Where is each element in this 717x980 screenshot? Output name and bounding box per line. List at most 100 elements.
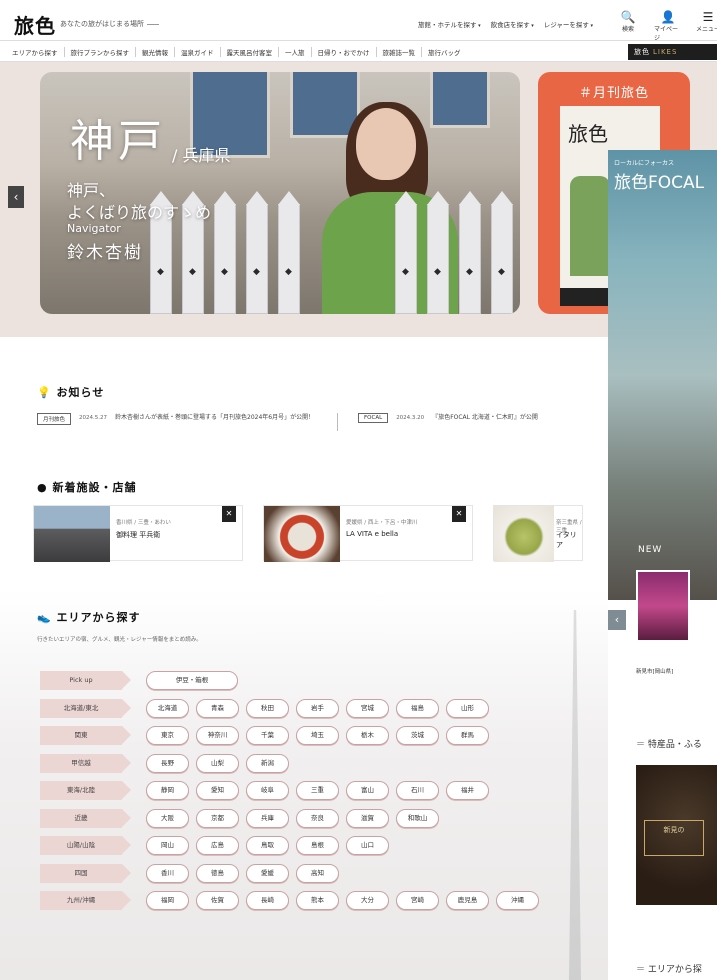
nav-items: エリアから探す 旅行プランから探す 観光情報 温泉ガイド 露天風呂付客室 一人旅…	[6, 47, 467, 57]
prefecture-button[interactable]: 沖縄	[496, 891, 539, 911]
news-tag[interactable]: FOCAL	[358, 413, 389, 423]
news-date: 2024.3.20	[396, 415, 425, 421]
prefecture-button[interactable]: 三重	[296, 781, 339, 801]
facility-card[interactable]: 奈三重県 / 三重 イタリア	[493, 505, 583, 562]
prefecture-button[interactable]: 福岡	[146, 891, 189, 911]
prefecture-button[interactable]: 京都	[196, 808, 239, 828]
prefecture-button[interactable]: 奈良	[296, 808, 339, 828]
prefecture-button[interactable]: 大分	[346, 891, 389, 911]
prefecture-button[interactable]: 北海道	[146, 698, 189, 718]
prefecture-button[interactable]: 山口	[346, 836, 389, 856]
prefecture-button[interactable]: 伊豆・箱根	[146, 671, 238, 691]
nav-item-travel-bag[interactable]: 旅行バッグ	[422, 47, 467, 57]
prefecture-button[interactable]: 和歌山	[396, 808, 439, 828]
prefecture-button[interactable]: 山形	[446, 698, 489, 718]
region-label: 山陽/山陰	[40, 836, 131, 856]
link-find-restaurant[interactable]: 飲食店を探す	[491, 19, 534, 29]
focal-prev-arrow-icon[interactable]: ‹	[608, 610, 626, 630]
prefecture-button[interactable]: 岩手	[296, 698, 339, 718]
facility-image	[494, 506, 554, 562]
hero-prev-arrow-icon[interactable]: ‹	[8, 186, 24, 208]
prefecture-button[interactable]: 滋賀	[346, 808, 389, 828]
likes-banner[interactable]: 旅色 LIKES	[628, 44, 717, 60]
prefecture-button[interactable]: 長野	[146, 753, 189, 773]
nav-item-area[interactable]: エリアから探す	[6, 47, 65, 57]
prefecture-button[interactable]: 香川	[146, 863, 189, 883]
search-icon: 🔍	[620, 10, 636, 24]
link-find-leisure[interactable]: レジャーを探す	[544, 19, 593, 29]
prefecture-button[interactable]: 静岡	[146, 781, 189, 801]
news-link[interactable]: 『旅色FOCAL 北海道・仁木町』が公開	[432, 413, 592, 422]
prefecture-button[interactable]: 佐賀	[196, 891, 239, 911]
nav-item-onsen[interactable]: 温泉ガイド	[175, 47, 221, 57]
prefecture-button[interactable]: 大阪	[146, 808, 189, 828]
prefecture-button[interactable]: 福島	[396, 698, 439, 718]
nav-item-open-bath-room[interactable]: 露天風呂付客室	[221, 47, 279, 57]
prefecture-button[interactable]: 鹿児島	[446, 891, 489, 911]
specialty-product-image[interactable]: 新見の	[636, 765, 717, 905]
prefecture-button[interactable]: 岐阜	[246, 781, 289, 801]
prefecture-button[interactable]: 富山	[346, 781, 389, 801]
focal-thumbnail[interactable]	[636, 570, 690, 642]
focal-side-panel: ローカルにフォーカス 旅色FOCAL NEW ‹ 新見市[岡山県] 特産品・ふる…	[608, 150, 717, 980]
area-row: 北海道/東北 北海道 青森 秋田 岩手 宮城 福島 山形	[40, 695, 546, 723]
specialty-products-heading: 特産品・ふる	[636, 737, 702, 750]
prefecture-button[interactable]: 神奈川	[196, 726, 239, 746]
region-label: 近畿	[40, 808, 131, 828]
link-find-hotel[interactable]: 旅館・ホテルを探す	[418, 19, 481, 29]
news-tag[interactable]: 月刊旅色	[37, 413, 72, 425]
prefecture-button[interactable]: 熊本	[296, 891, 339, 911]
prefecture-button[interactable]: 徳島	[196, 863, 239, 883]
prefecture-button[interactable]: 群馬	[446, 726, 489, 746]
prefecture-button[interactable]: 鳥取	[246, 836, 289, 856]
facility-card[interactable]: 愛媛県 / 西上・下呂・中津川 LA VITA e bella ✕	[263, 505, 473, 562]
nav-item-magazines[interactable]: 旅雑誌一覧	[377, 47, 422, 57]
prefecture-button[interactable]: 高知	[296, 863, 339, 883]
page: 旅色 あなたの旅がはじまる場所 旅館・ホテルを探す 飲食店を探す レジャーを探す…	[0, 0, 717, 980]
menu-button[interactable]: ☰ メニュー	[694, 11, 717, 42]
bookmark-icon[interactable]: ✕	[222, 506, 236, 522]
prefecture-button[interactable]: 宮城	[346, 698, 389, 718]
prefecture-button[interactable]: 宮崎	[396, 891, 439, 911]
prefecture-button[interactable]: 愛知	[196, 781, 239, 801]
nav-item-sightseeing[interactable]: 観光情報	[136, 47, 175, 57]
area-row: 関東 東京 神奈川 千葉 埼玉 栃木 茨城 群馬	[40, 722, 546, 750]
prefecture-button[interactable]: 東京	[146, 726, 189, 746]
news-date: 2024.5.27	[79, 415, 108, 421]
nav-item-plan[interactable]: 旅行プランから探す	[65, 47, 136, 57]
lightbulb-icon: 💡	[37, 386, 52, 399]
prefecture-button[interactable]: 兵庫	[246, 808, 289, 828]
prefecture-button[interactable]: 福井	[446, 781, 489, 801]
prefecture-button[interactable]: 栃木	[346, 726, 389, 746]
nav-item-solo-trip[interactable]: 一人旅	[279, 47, 312, 57]
prefecture-button[interactable]: 茨城	[396, 726, 439, 746]
facility-category: 愛媛県 / 西上・下呂・中津川	[346, 520, 418, 526]
facility-name: イタリア	[556, 531, 577, 549]
prefecture-button[interactable]: 山梨	[196, 753, 239, 773]
prefecture-button[interactable]: 石川	[396, 781, 439, 801]
nav-item-day-trip[interactable]: 日帰り・おでかけ	[312, 47, 377, 57]
focal-photo[interactable]	[608, 150, 717, 600]
hero-subtitle-line-2: よくばり旅のすゝめ	[67, 203, 212, 222]
area-table: Pick up 伊豆・箱根 北海道/東北 北海道 青森 秋田 岩手 宮城 福島 …	[40, 667, 546, 915]
region-label: 九州/沖縄	[40, 891, 131, 911]
prefecture-button[interactable]: 秋田	[246, 698, 289, 718]
facility-cards: 香川県 / 三豊・あわい 御料理 平兵衛 ✕ 愛媛県 / 西上・下呂・中津川 L…	[33, 505, 583, 562]
prefecture-button[interactable]: 埼玉	[296, 726, 339, 746]
news-list: 月刊旅色 2024.5.27 鈴木杏樹さんが表紙・巻頭に登場する「月刊旅色202…	[37, 413, 592, 431]
bookmark-icon[interactable]: ✕	[452, 506, 466, 522]
prefecture-button[interactable]: 千葉	[246, 726, 289, 746]
prefecture-button[interactable]: 愛媛	[246, 863, 289, 883]
facility-card[interactable]: 香川県 / 三豊・あわい 御料理 平兵衛 ✕	[33, 505, 243, 562]
prefecture-button[interactable]: 青森	[196, 698, 239, 718]
search-button[interactable]: 🔍 検索	[614, 11, 642, 42]
hero-navigator-name: 鈴木杏樹	[67, 243, 143, 263]
news-link[interactable]: 鈴木杏樹さんが表紙・巻頭に登場する「月刊旅色2024年6月号」が公開！	[115, 413, 325, 422]
prefecture-button[interactable]: 島根	[296, 836, 339, 856]
prefecture-button[interactable]: 長崎	[246, 891, 289, 911]
site-logo[interactable]: 旅色	[14, 10, 56, 39]
prefecture-button[interactable]: 岡山	[146, 836, 189, 856]
prefecture-button[interactable]: 新潟	[246, 753, 289, 773]
prefecture-button[interactable]: 広島	[196, 836, 239, 856]
mypage-button[interactable]: 👤 マイページ	[654, 11, 682, 43]
